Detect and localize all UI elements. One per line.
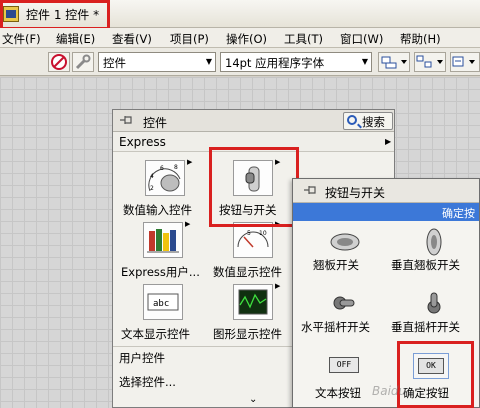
tooltip-text: 确定按 [442,207,475,220]
search-button[interactable]: 搜索 [343,112,393,130]
numeric-scale-6: 6 [160,165,164,172]
pin-icon[interactable] [303,184,317,196]
tile-label: 图形显示控件 [213,327,282,341]
gauge-scale-5: 5 [247,230,251,237]
baidu-watermark: Baidu [372,384,407,398]
item-label: 翘板开关 [313,258,359,272]
books-icon [143,222,183,258]
divider [113,346,295,347]
horizontal-toggle-icon [333,296,355,310]
palette-header: 控件 搜索 [113,110,394,132]
numeric-knob-icon: 2 4 6 8 [145,160,185,196]
numeric-scale-4: 4 [150,173,154,180]
item-rocker-switch[interactable]: 翘板开关 [301,227,389,277]
item-horizontal-toggle-switch[interactable]: 水平摇杆开关 [297,289,389,339]
menu-operate[interactable]: 操作(O) [226,31,267,47]
tile-label: 数值输入控件 [123,203,192,217]
palette-select-control[interactable]: 选择控件... [119,374,176,390]
item-label: 垂直翘板开关 [391,258,460,272]
abort-button[interactable] [48,52,70,72]
tile-numeric-indicators[interactable]: 5 10 ▶ 数值显示控件 [213,220,295,280]
buttons-tile-highlight-box [209,147,299,227]
align-icon [381,56,407,69]
stop-icon [51,54,67,70]
graph-icon [233,284,273,320]
menu-help[interactable]: 帮助(H) [400,31,441,47]
subpalette-title: 按钮与开关 [325,186,386,200]
menu-window[interactable]: 窗口(W) [340,31,383,47]
toolbar: 控件 ▼ 14pt 应用程序字体 ▼ [0,48,480,76]
font-select[interactable]: 14pt 应用程序字体 ▼ [220,52,372,72]
tile-express-user-controls[interactable]: ▶ Express用户... [121,220,203,280]
menu-view[interactable]: 查看(V) [112,31,152,47]
palette-title: 控件 [143,116,168,130]
chevron-down-icon: ▼ [205,57,212,66]
tile-label: 文本显示控件 [121,327,190,341]
gauge-icon: 5 10 [233,222,273,258]
item-vertical-rocker-switch[interactable]: 垂直翘板开关 [389,227,479,277]
rocker-switch-icon [330,233,360,251]
item-text-button[interactable]: OFF 文本按钮 [301,351,389,407]
menu-file[interactable]: 文件(F) [2,31,41,47]
gauge-scale-10: 10 [259,230,267,237]
tile-numeric-controls[interactable]: 2 4 6 8 ▶ 数值输入控件 [121,158,203,218]
item-label: 文本按钮 [315,386,361,400]
numeric-scale-2: 2 [150,185,154,192]
submenu-arrow-icon: ▶ [275,282,281,290]
pin-icon[interactable] [119,114,133,126]
category-select-value: 控件 [103,56,126,70]
text-display-abc: abc [153,299,169,309]
text-display-icon: abc [143,284,183,320]
subpalette-header: 按钮与开关 [293,179,479,203]
resize-icon [452,56,475,67]
express-label: Express [119,135,166,149]
ok-button-highlight-box [397,341,474,408]
search-icon [347,115,357,125]
wrench-button[interactable] [72,52,94,72]
tile-label: Express用户... [121,265,200,279]
vertical-rocker-switch-icon [426,228,442,256]
numeric-scale-8: 8 [174,164,178,171]
category-select[interactable]: 控件 ▼ [98,52,216,72]
expand-arrow-icon: ▶ [385,137,392,146]
submenu-arrow-icon: ▶ [187,158,193,166]
item-label: 垂直摇杆开关 [391,320,460,334]
item-vertical-toggle-switch[interactable]: 垂直摇杆开关 [389,289,479,339]
item-label: 水平摇杆开关 [301,320,370,334]
submenu-arrow-icon: ▶ [185,220,191,228]
vertical-toggle-icon [427,292,441,314]
tile-graph-indicators[interactable]: ▶ 图形显示控件 [213,282,295,342]
menu-tools[interactable]: 工具(T) [284,31,323,47]
distribute-objects-button[interactable] [414,52,446,72]
align-objects-button[interactable] [378,52,410,72]
tooltip-strip: 确定按 [293,203,479,221]
distribute-icon [416,55,443,68]
tile-label: 数值显示控件 [213,265,282,279]
wrench-icon [75,54,91,70]
menu-bar: 文件(F) 编辑(E) 查看(V) 项目(P) 操作(O) 工具(T) 窗口(W… [0,28,480,48]
palette-scroll-down-icon[interactable]: ⌄ [249,394,257,405]
menu-project[interactable]: 项目(P) [170,31,209,47]
title-highlight-box [0,0,110,30]
palette-user-controls[interactable]: 用户控件 [119,350,165,366]
chevron-down-icon: ▼ [361,57,368,66]
font-select-value: 14pt 应用程序字体 [225,56,325,70]
search-label: 搜索 [362,115,385,129]
off-button-icon: OFF [329,357,359,373]
resize-objects-button[interactable] [450,52,480,72]
tile-text-indicators[interactable]: abc 文本显示控件 [121,282,203,342]
menu-edit[interactable]: 编辑(E) [56,31,95,47]
